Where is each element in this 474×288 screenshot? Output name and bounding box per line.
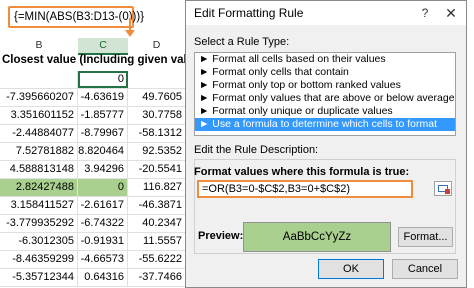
table-row: 3.158411527 -2.61617 -46.3871 bbox=[0, 197, 185, 215]
table-cell[interactable]: -37.7466 bbox=[128, 269, 185, 286]
table-cell[interactable]: -7.395660207 bbox=[0, 89, 78, 106]
help-button[interactable]: ? bbox=[414, 4, 436, 22]
edit-rule-description-label: Edit the Rule Description: bbox=[194, 144, 319, 156]
table-row: -6.3012305 -0.91931 11.5557 bbox=[0, 233, 185, 251]
table-cell[interactable]: -55.6222 bbox=[128, 251, 185, 268]
table-cell[interactable]: 7.52781882 bbox=[0, 143, 78, 160]
table-row: 7.52781882 8.820464 92.5352 bbox=[0, 143, 185, 161]
callout-arrow-head bbox=[125, 30, 135, 37]
table-row: 3.351601152 -1.85777 30.7758 bbox=[0, 107, 185, 125]
column-header-c[interactable]: C bbox=[78, 38, 128, 55]
table-row: 4.588813148 3.94296 -20.5541 bbox=[0, 161, 185, 179]
range-select-icon[interactable] bbox=[434, 181, 452, 196]
table-cell[interactable]: 40.2347 bbox=[128, 215, 185, 232]
table-cell[interactable]: -3.779935292 bbox=[0, 215, 78, 232]
formula-bar[interactable]: {=MIN(ABS(B3:D13-(0)))} bbox=[8, 6, 144, 28]
table-cell[interactable]: 8.820464 bbox=[78, 143, 128, 160]
preview-box: AaBbCcYyZz bbox=[243, 222, 391, 252]
table-row: 2.82427488 0 116.827 bbox=[0, 179, 185, 197]
table-cell[interactable]: -20.5541 bbox=[128, 161, 185, 178]
rule-type-item[interactable]: ► Format only cells that contain bbox=[195, 66, 455, 79]
table-cell[interactable]: 0 bbox=[78, 71, 128, 88]
table-cell[interactable]: -46.3871 bbox=[128, 197, 185, 214]
cancel-button[interactable]: Cancel bbox=[392, 259, 458, 279]
table-cell[interactable]: -4.63619 bbox=[78, 89, 128, 106]
table-row: -3.779935292 -6.74322 40.2347 bbox=[0, 215, 185, 233]
table-cell[interactable]: -8.46359299 bbox=[0, 251, 78, 268]
table-cell[interactable]: 3.158411527 bbox=[0, 197, 78, 214]
table-cell[interactable]: -6.3012305 bbox=[0, 233, 78, 250]
table-row: -5.35712344 0.64316 -37.7466 bbox=[0, 269, 185, 287]
rule-type-item[interactable]: ► Format only values that are above or b… bbox=[195, 92, 455, 105]
table-row: -7.395660207 -4.63619 49.7605 bbox=[0, 89, 185, 107]
table-cell[interactable]: -58.1312 bbox=[128, 125, 185, 142]
rule-type-item-selected[interactable]: ► Use a formula to determine which cells… bbox=[195, 118, 455, 131]
table-cell[interactable]: 0 bbox=[78, 179, 128, 196]
table-row: -8.46359299 -4.66573 -55.6222 bbox=[0, 251, 185, 269]
table-cell[interactable]: -2.61617 bbox=[78, 197, 128, 214]
table-cell[interactable]: 4.588813148 bbox=[0, 161, 78, 178]
spreadsheet: B C D Closest value (Including given val… bbox=[0, 38, 204, 288]
table-cell[interactable]: -8.79967 bbox=[78, 125, 128, 142]
formula-input[interactable]: =OR(B3=0-$C$2,B3=0+$C$2) bbox=[197, 180, 413, 198]
table-row: -2.44884077 -8.79967 -58.1312 bbox=[0, 125, 185, 143]
rule-type-list[interactable]: ► Format all cells based on their values… bbox=[194, 52, 456, 136]
rule-type-item[interactable]: ► Format only top or bottom ranked value… bbox=[195, 79, 455, 92]
sheet-header-text: Closest value (Including given value) bbox=[2, 54, 204, 66]
select-rule-type-label: Select a Rule Type: bbox=[194, 36, 290, 48]
table-cell[interactable]: 3.351601152 bbox=[0, 107, 78, 124]
column-header-b[interactable]: B bbox=[0, 38, 78, 53]
table-cell[interactable]: 49.7605 bbox=[128, 89, 185, 106]
rule-type-item[interactable]: ► Format only unique or duplicate values bbox=[195, 105, 455, 118]
table-cell[interactable]: 30.7758 bbox=[128, 107, 185, 124]
table-cell[interactable] bbox=[0, 71, 78, 88]
table-cell[interactable]: -1.85777 bbox=[78, 107, 128, 124]
table-row: 0 bbox=[0, 71, 185, 89]
format-values-label: Format values where this formula is true… bbox=[194, 166, 410, 178]
dialog-titlebar: Edit Formatting Rule ? ✕ bbox=[186, 1, 466, 25]
table-cell[interactable]: 116.827 bbox=[128, 179, 185, 196]
ok-button[interactable]: OK bbox=[318, 259, 384, 279]
column-header-d[interactable]: D bbox=[128, 38, 185, 53]
table-cell[interactable]: -0.91931 bbox=[78, 233, 128, 250]
table-cell[interactable]: 3.94296 bbox=[78, 161, 128, 178]
table-cell[interactable]: 92.5352 bbox=[128, 143, 185, 160]
table-cell[interactable]: -6.74322 bbox=[78, 215, 128, 232]
table-cell[interactable]: -4.66573 bbox=[78, 251, 128, 268]
table-cell[interactable]: 0.64316 bbox=[78, 269, 128, 286]
close-icon[interactable]: ✕ bbox=[440, 4, 462, 22]
format-button[interactable]: Format... bbox=[398, 227, 453, 247]
preview-label: Preview: bbox=[198, 230, 244, 242]
table-cell[interactable]: 2.82427488 bbox=[0, 179, 78, 196]
table-cell[interactable]: -2.44884077 bbox=[0, 125, 78, 142]
edit-formatting-rule-dialog: Edit Formatting Rule ? ✕ Select a Rule T… bbox=[185, 0, 467, 288]
dialog-title: Edit Formatting Rule bbox=[194, 6, 304, 20]
table-cell[interactable]: 11.5557 bbox=[128, 233, 185, 250]
table-cell[interactable] bbox=[128, 71, 185, 88]
rule-type-item[interactable]: ► Format all cells based on their values bbox=[195, 53, 455, 66]
table-cell[interactable]: -5.35712344 bbox=[0, 269, 78, 286]
